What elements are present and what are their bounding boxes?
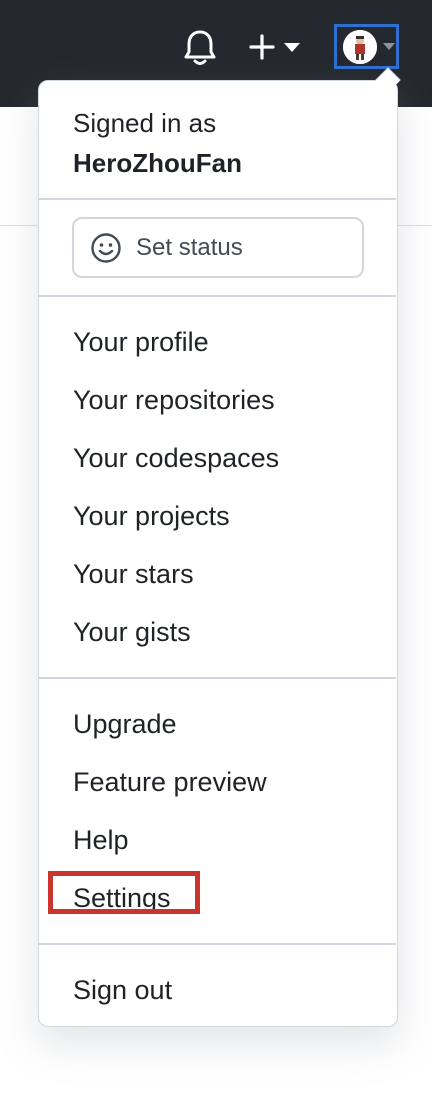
notifications-button[interactable] xyxy=(182,28,218,68)
menu-item-help[interactable]: Help xyxy=(73,822,129,858)
username[interactable]: HeroZhouFan xyxy=(73,143,242,183)
menu-item-your-profile[interactable]: Your profile xyxy=(73,324,209,360)
avatar-image xyxy=(343,29,377,64)
bell-icon xyxy=(184,30,216,65)
divider xyxy=(39,677,396,679)
chevron-down-icon xyxy=(284,42,300,52)
divider xyxy=(39,943,396,945)
menu-item-upgrade[interactable]: Upgrade xyxy=(73,706,177,742)
settings-highlight-box xyxy=(48,871,200,914)
smiley-icon xyxy=(91,232,121,263)
avatar xyxy=(343,29,377,64)
menu-item-your-projects[interactable]: Your projects xyxy=(73,498,230,534)
menu-item-feature-preview[interactable]: Feature preview xyxy=(73,764,267,800)
set-status-label: Set status xyxy=(136,233,243,261)
divider xyxy=(39,295,396,297)
menu-item-sign-out[interactable]: Sign out xyxy=(73,972,172,1008)
set-status-button[interactable]: Set status xyxy=(72,217,364,278)
menu-item-your-stars[interactable]: Your stars xyxy=(73,556,194,592)
menu-item-your-repositories[interactable]: Your repositories xyxy=(73,382,275,418)
user-dropdown-menu: Signed in as HeroZhouFan Set status Your… xyxy=(38,67,401,1027)
signed-in-header: Signed in as HeroZhouFan xyxy=(73,103,242,183)
divider xyxy=(39,198,396,200)
plus-icon xyxy=(249,34,275,60)
menu-item-your-codespaces[interactable]: Your codespaces xyxy=(73,440,279,476)
signed-in-label: Signed in as xyxy=(73,108,217,138)
menu-item-your-gists[interactable]: Your gists xyxy=(73,614,191,650)
chevron-down-icon xyxy=(383,43,395,50)
create-new-button[interactable] xyxy=(248,30,306,64)
user-menu-button[interactable] xyxy=(334,24,399,69)
